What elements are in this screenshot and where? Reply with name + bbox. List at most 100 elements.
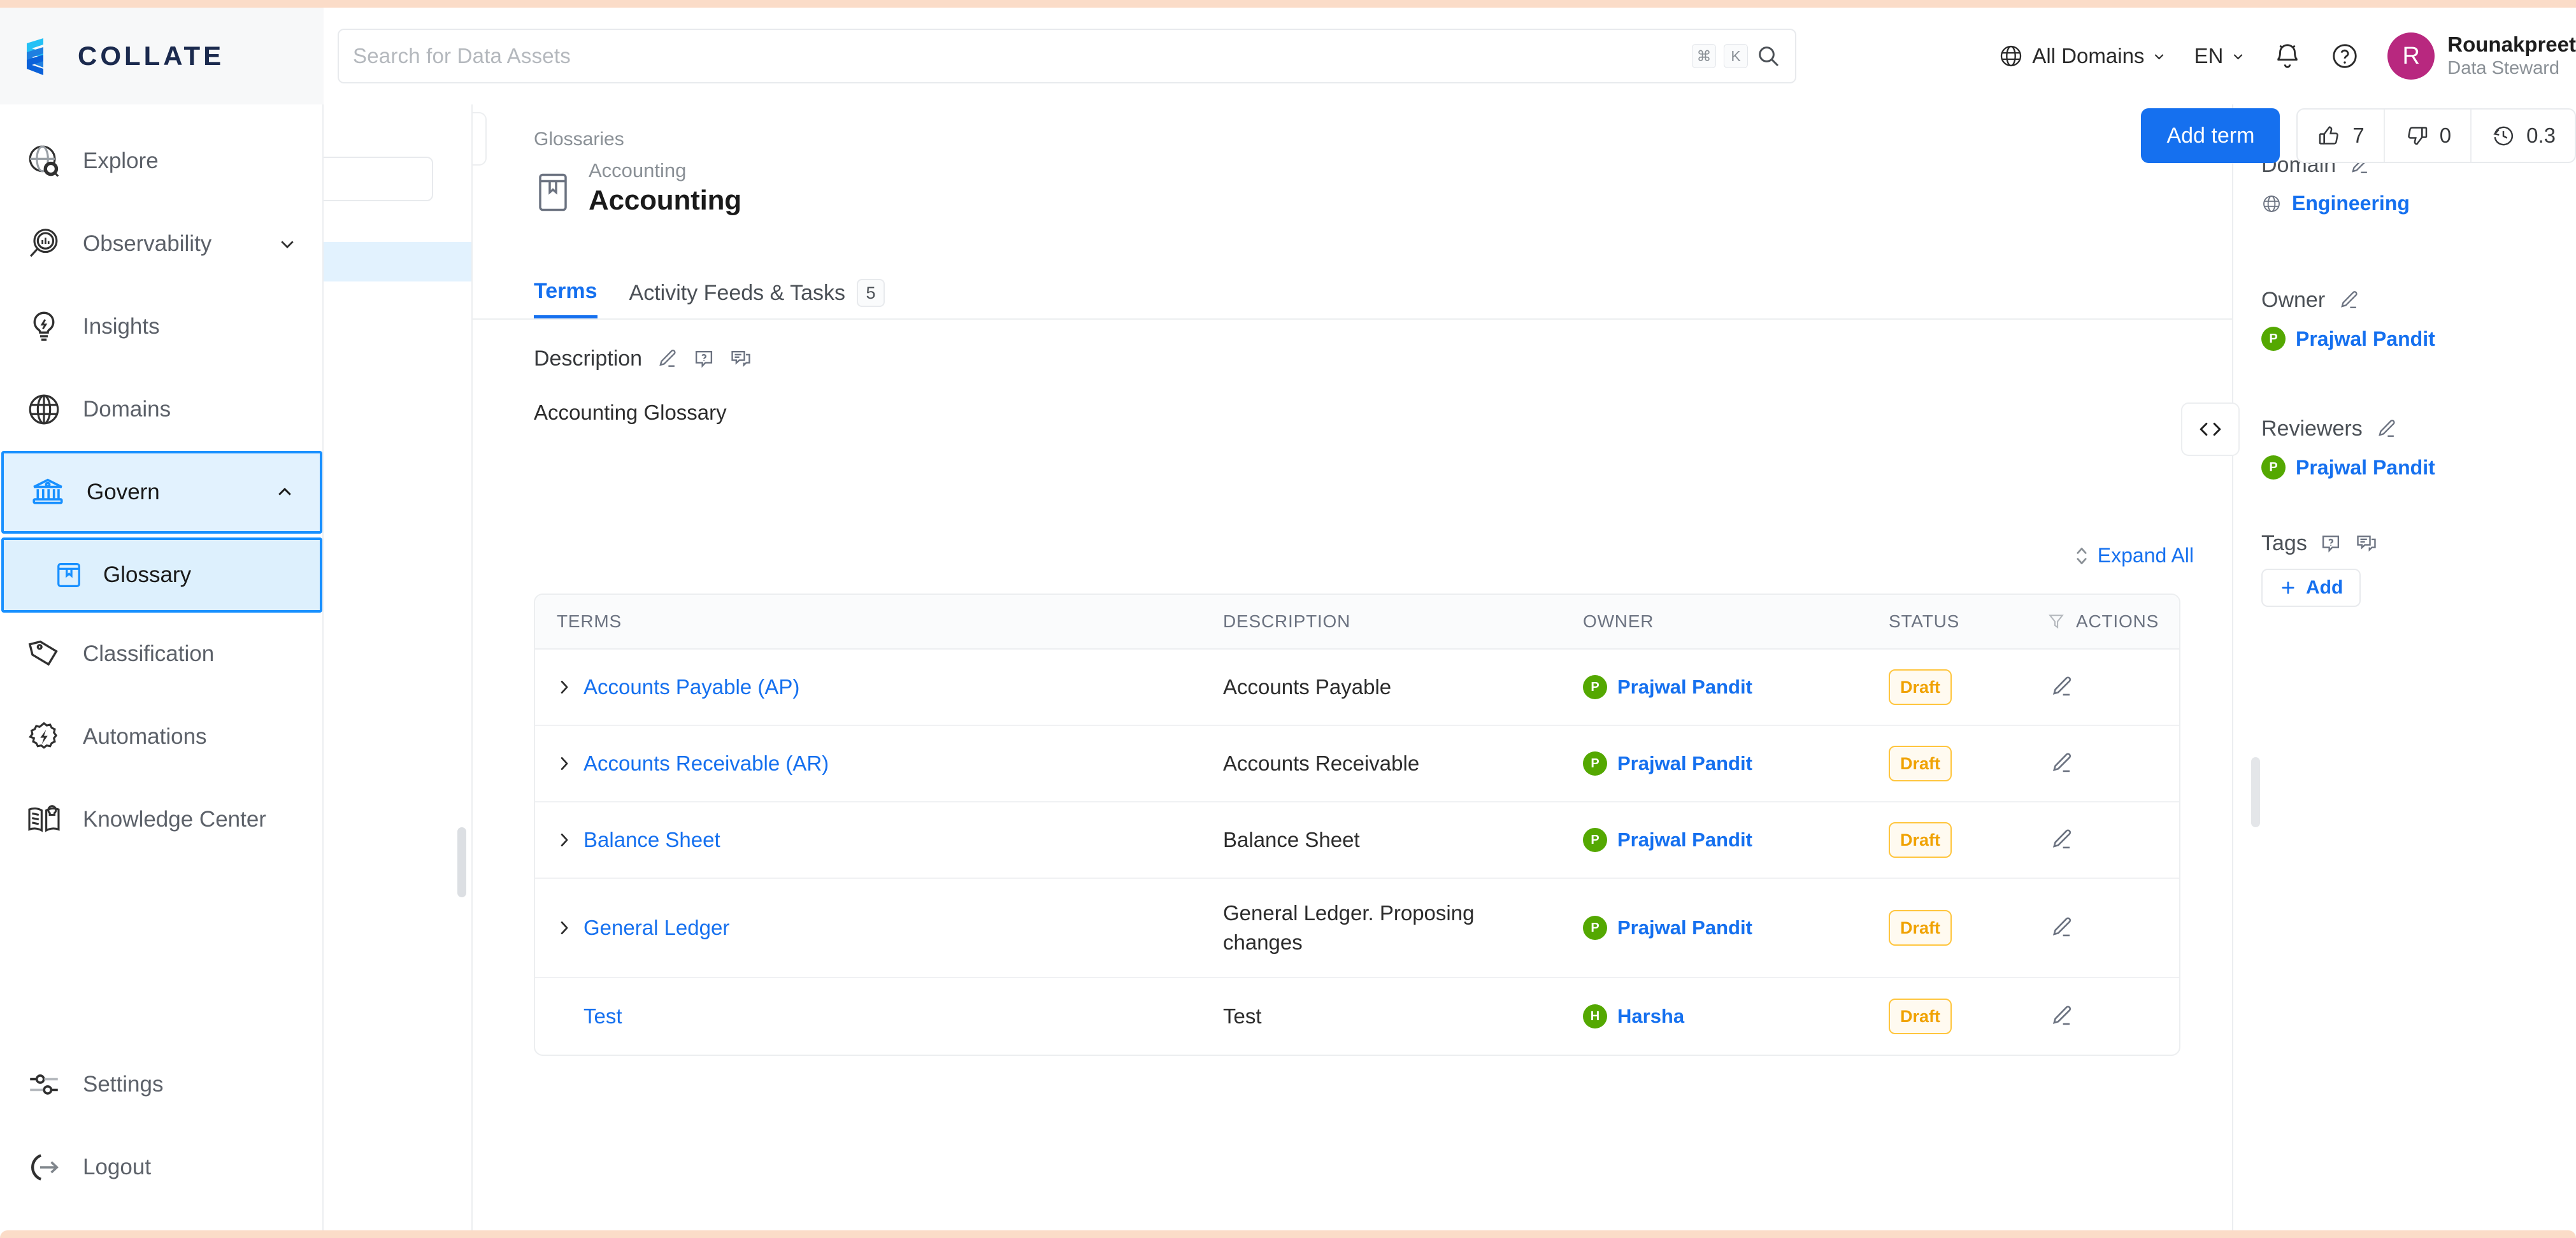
sidebar-item-glossary[interactable]: Glossary — [1, 537, 322, 613]
sidebar-item-label: Automations — [83, 724, 207, 749]
pencil-icon[interactable] — [655, 347, 679, 371]
table-row[interactable]: Accounts Payable (AP) Accounts Payable P… — [535, 650, 2179, 726]
sidebar-item-classification[interactable]: Classification — [0, 613, 322, 695]
reviewers-value-label: Prajwal Pandit — [2296, 455, 2435, 479]
status-badge: Draft — [1889, 669, 1952, 705]
sidebar-item-label: Insights — [83, 314, 160, 339]
table-row[interactable]: Accounts Receivable (AR) Accounts Receiv… — [535, 726, 2179, 802]
glossary-panel-scrollbar[interactable] — [457, 827, 466, 897]
reviewers-value[interactable]: P Prajwal Pandit — [2261, 455, 2554, 480]
kbd-meta-key: ⌘ — [1692, 44, 1716, 68]
term-link[interactable]: Test — [557, 1004, 1223, 1028]
tab-bar: Terms Activity Feeds & Tasks 5 — [473, 271, 2232, 320]
search-input[interactable]: Search for Data Assets ⌘ K — [338, 29, 1796, 83]
page-title: Accounting — [589, 185, 741, 216]
edit-term-button[interactable] — [2048, 750, 2075, 777]
chevron-down-icon — [278, 234, 297, 253]
domain-value[interactable]: Engineering — [2261, 192, 2554, 215]
breadcrumb[interactable]: Glossaries — [534, 129, 624, 150]
column-header-owner[interactable]: OWNER — [1583, 611, 1889, 632]
term-link[interactable]: Balance Sheet — [557, 828, 1223, 852]
term-link[interactable]: Accounts Receivable (AR) — [557, 751, 1223, 776]
user-profile[interactable]: R Rounakpreet Data Steward — [2387, 32, 2576, 80]
search-icon[interactable] — [1756, 43, 1781, 69]
edit-term-button[interactable] — [2048, 827, 2075, 853]
column-header-status-label: STATUS — [1889, 611, 1960, 631]
language-selector[interactable]: EN — [2194, 44, 2245, 68]
owner-label: Owner — [2261, 288, 2326, 312]
edit-term-button[interactable] — [2048, 914, 2075, 941]
owner-section: Owner P Prajwal Pandit — [2261, 288, 2554, 351]
tab-activity-feeds-and-tasks[interactable]: Activity Feeds & Tasks 5 — [629, 279, 885, 318]
term-owner[interactable]: P Prajwal Pandit — [1583, 751, 1889, 776]
term-owner[interactable]: P Prajwal Pandit — [1583, 675, 1889, 699]
brand-logo[interactable]: COLLATE — [0, 8, 324, 104]
column-header-terms[interactable]: TERMS — [535, 611, 1223, 632]
sidebar-item-settings[interactable]: Settings — [0, 1043, 322, 1126]
bank-icon — [29, 474, 66, 511]
comment-icon[interactable] — [729, 347, 753, 371]
term-link[interactable]: General Ledger — [557, 916, 1223, 940]
chevron-right-icon[interactable] — [557, 755, 571, 772]
column-header-status[interactable]: STATUS — [1889, 611, 2048, 632]
request-tags-icon[interactable] — [2319, 532, 2343, 556]
column-header-description[interactable]: DESCRIPTION — [1223, 611, 1583, 632]
filter-icon[interactable] — [2048, 612, 2064, 631]
collapse-right-panel-button[interactable] — [2181, 402, 2240, 456]
globe-icon — [1998, 43, 2024, 69]
table-row[interactable]: Balance Sheet Balance Sheet P Prajwal Pa… — [535, 802, 2179, 879]
add-tag-button[interactable]: Add — [2261, 569, 2361, 607]
table-row[interactable]: Test Test H Harsha Draft — [535, 978, 2179, 1055]
expand-all-button[interactable]: Expand All — [2073, 544, 2194, 567]
term-link[interactable]: Accounts Payable (AP) — [557, 675, 1223, 699]
version-button[interactable]: 0.3 — [2472, 110, 2575, 162]
question-circle-icon[interactable] — [2330, 41, 2359, 71]
sidebar-item-explore[interactable]: Explore — [0, 120, 322, 203]
bell-icon[interactable] — [2273, 41, 2302, 71]
user-name: Rounakpreet — [2447, 32, 2576, 57]
lightbulb-icon — [25, 308, 62, 345]
term-name: General Ledger — [583, 916, 730, 939]
term-owner[interactable]: P Prajwal Pandit — [1583, 916, 1889, 940]
chevron-right-icon[interactable] — [557, 832, 571, 848]
table-row[interactable]: General Ledger General Ledger. Proposing… — [535, 879, 2179, 978]
comment-icon[interactable] — [2354, 532, 2379, 556]
sidebar-nav-list: Explore Observability Insights Domains G… — [0, 104, 322, 1043]
pencil-icon[interactable] — [2374, 417, 2398, 441]
sidebar-item-automations[interactable]: Automations — [0, 695, 322, 778]
upvote-button[interactable]: 7 — [2298, 110, 2385, 162]
term-owner[interactable]: P Prajwal Pandit — [1583, 828, 1889, 852]
owner-value[interactable]: P Prajwal Pandit — [2261, 327, 2554, 351]
right-panel-scrollbar[interactable] — [2251, 757, 2260, 827]
chevron-right-icon[interactable] — [557, 920, 571, 936]
tab-label: Activity Feeds & Tasks — [629, 280, 846, 305]
column-header-actions-label: ACTIONS — [2076, 611, 2159, 631]
owner-name: Prajwal Pandit — [1617, 676, 1752, 698]
sidebar-item-logout[interactable]: Logout — [0, 1126, 322, 1209]
sidebar-item-observability[interactable]: Observability — [0, 203, 322, 285]
avatar: H — [1583, 1004, 1607, 1028]
sidebar-item-domains[interactable]: Domains — [0, 368, 322, 451]
edit-term-button[interactable] — [2048, 1003, 2075, 1030]
vote-group: 7 0 0.3 — [2296, 108, 2576, 163]
add-term-button[interactable]: Add term — [2141, 108, 2280, 163]
domain-selector[interactable]: All Domains — [1998, 43, 2166, 69]
chevron-right-icon[interactable] — [557, 679, 571, 695]
tags-section: Tags Add — [2261, 531, 2554, 607]
sidebar-item-insights[interactable]: Insights — [0, 285, 322, 368]
term-owner[interactable]: H Harsha — [1583, 1004, 1889, 1028]
column-header-actions[interactable]: ACTIONS — [2048, 611, 2179, 632]
sidebar-item-label: Classification — [83, 641, 215, 666]
sidebar-item-govern[interactable]: Govern — [1, 451, 322, 534]
request-description-icon[interactable] — [692, 347, 716, 371]
avatar: P — [1583, 916, 1607, 940]
top-bar-right: All Domains EN R Rounakpreet Data Stewar… — [1808, 8, 2576, 104]
edit-term-button[interactable] — [2048, 674, 2075, 701]
downvote-button[interactable]: 0 — [2385, 110, 2472, 162]
chevron-up-icon — [275, 483, 294, 502]
version-value: 0.3 — [2526, 124, 2556, 147]
sidebar-item-knowledge-center[interactable]: Knowledge Center — [0, 778, 322, 861]
status-badge: Draft — [1889, 910, 1952, 946]
tab-terms[interactable]: Terms — [534, 279, 597, 318]
pencil-icon[interactable] — [2336, 288, 2361, 313]
